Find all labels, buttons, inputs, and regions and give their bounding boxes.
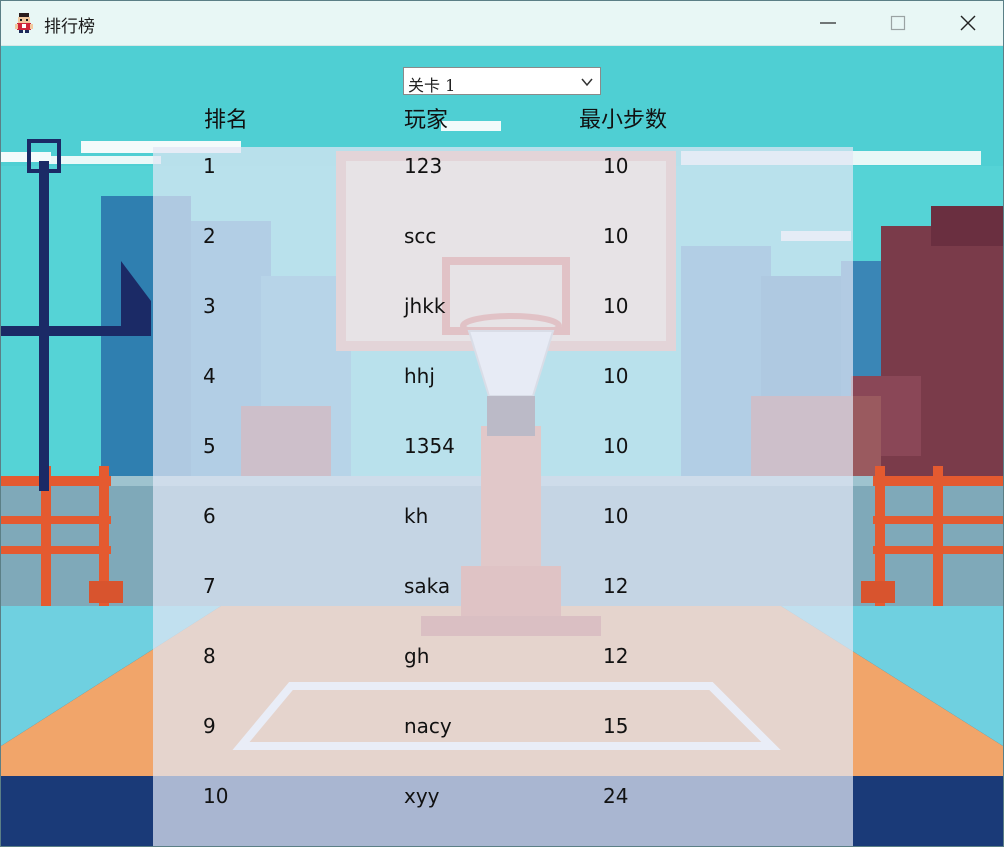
maximize-button[interactable] — [863, 1, 933, 45]
leaderboard-window: 排行榜 关卡 1 排名 玩家 最小步数 1 123 10 2 scc 10 3 … — [0, 0, 1004, 847]
player-cell: xyy — [404, 784, 440, 808]
table-row: 3 jhkk 10 — [1, 294, 1003, 324]
table-row: 2 scc 10 — [1, 224, 1003, 254]
player-cell: gh — [404, 644, 430, 668]
table-row: 6 kh 10 — [1, 504, 1003, 534]
player-cell: hhj — [404, 364, 435, 388]
rank-cell: 4 — [203, 364, 216, 388]
steps-cell: 10 — [603, 154, 629, 178]
rank-cell: 7 — [203, 574, 216, 598]
header-min-steps: 最小步数 — [579, 108, 668, 133]
player-cell: saka — [404, 574, 451, 598]
minimize-button[interactable] — [793, 1, 863, 45]
rank-cell: 5 — [203, 434, 216, 458]
level-select-value: 关卡 1 — [408, 76, 456, 95]
steps-cell: 10 — [603, 434, 629, 458]
player-cell: jhkk — [404, 294, 446, 318]
table-row: 8 gh 12 — [1, 644, 1003, 674]
title-bar[interactable]: 排行榜 — [1, 1, 1003, 46]
player-cell: 1354 — [404, 434, 455, 458]
header-player: 玩家 — [404, 108, 449, 133]
rank-cell: 9 — [203, 714, 216, 738]
player-cell: 123 — [404, 154, 443, 178]
steps-cell: 10 — [603, 224, 629, 248]
steps-cell: 24 — [603, 784, 629, 808]
chevron-down-icon — [580, 74, 594, 93]
steps-cell: 10 — [603, 504, 629, 528]
table-row: 9 nacy 15 — [1, 714, 1003, 744]
rank-cell: 2 — [203, 224, 216, 248]
rank-cell: 10 — [203, 784, 229, 808]
steps-cell: 10 — [603, 294, 629, 318]
table-row: 4 hhj 10 — [1, 364, 1003, 394]
pixel-character-icon — [13, 12, 35, 34]
steps-cell: 15 — [603, 714, 629, 738]
player-cell: nacy — [404, 714, 452, 738]
player-cell: kh — [404, 504, 429, 528]
window-title: 排行榜 — [44, 17, 95, 37]
header-rank: 排名 — [204, 108, 249, 133]
table-row: 5 1354 10 — [1, 434, 1003, 464]
maximize-icon — [890, 15, 906, 31]
steps-cell: 10 — [603, 364, 629, 388]
table-row: 7 saka 12 — [1, 574, 1003, 604]
player-cell: scc — [404, 224, 437, 248]
rank-cell: 3 — [203, 294, 216, 318]
table-row: 1 123 10 — [1, 154, 1003, 184]
steps-cell: 12 — [603, 574, 629, 598]
minimize-icon — [820, 22, 836, 24]
level-select-dropdown[interactable]: 关卡 1 — [403, 67, 601, 95]
close-button[interactable] — [933, 1, 1003, 45]
rank-cell: 8 — [203, 644, 216, 668]
rank-cell: 6 — [203, 504, 216, 528]
rank-cell: 1 — [203, 154, 216, 178]
table-row: 10 xyy 24 — [1, 784, 1003, 814]
close-icon — [960, 15, 976, 31]
steps-cell: 12 — [603, 644, 629, 668]
